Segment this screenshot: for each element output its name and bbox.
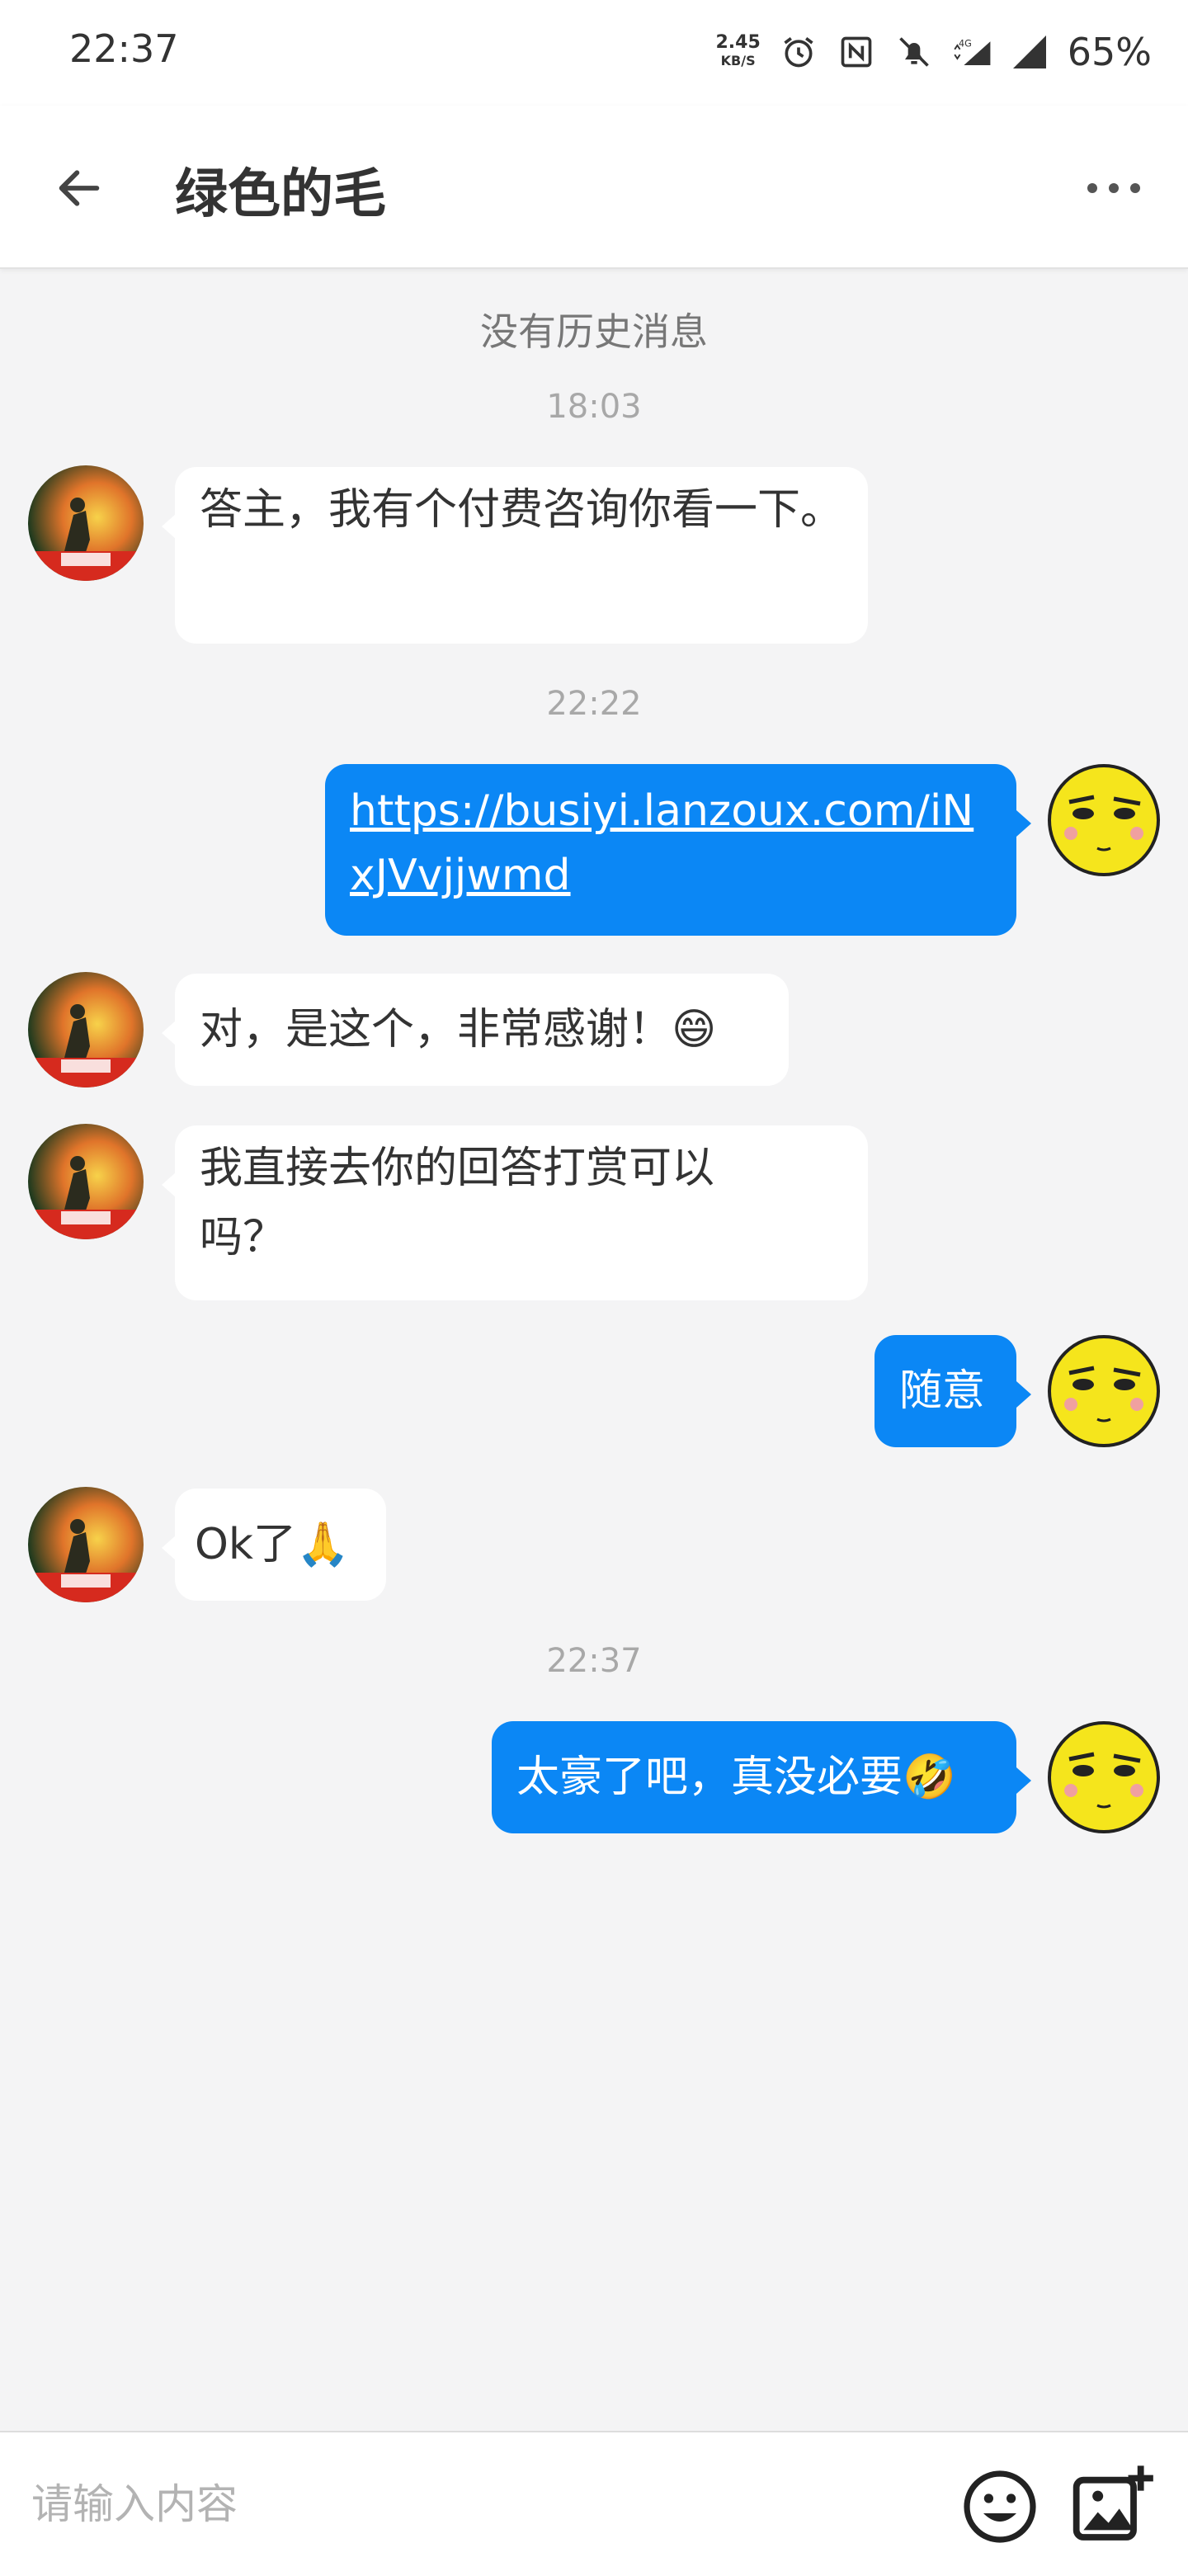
incoming-message[interactable]: 答主，我有个付费咨询你看一下。 — [162, 467, 868, 644]
contact-avatar[interactable] — [28, 1487, 144, 1602]
nfc-icon — [837, 32, 876, 72]
network-speed: 2.45 KB/S — [715, 34, 760, 70]
smiley-icon — [964, 2470, 1036, 2543]
my-avatar[interactable] — [1046, 1333, 1162, 1449]
message-timestamp: 22:22 — [546, 685, 642, 723]
chat-header: 绿色的毛 — [0, 106, 1188, 269]
mobile-data-icon: 4G — [952, 32, 992, 72]
network-type-label: 4G — [959, 39, 972, 50]
network-speed-unit: KB/S — [720, 53, 756, 68]
contact-avatar[interactable] — [28, 465, 144, 581]
my-avatar[interactable] — [1046, 762, 1162, 878]
incoming-message[interactable]: Ok了🙏 — [162, 1489, 386, 1601]
status-time: 22:37 — [69, 26, 179, 71]
message-composer — [0, 2431, 1188, 2576]
emoji-button[interactable] — [960, 2467, 1040, 2546]
contact-avatar[interactable] — [28, 1124, 144, 1239]
chat-title: 绿色的毛 — [175, 164, 386, 225]
outgoing-message[interactable]: https://busiyi.lanzoux.com/iNxJVvjjwmd — [325, 764, 1031, 936]
more-options-button[interactable] — [1072, 163, 1155, 213]
outgoing-message[interactable]: 太豪了吧，真没必要🤣 — [492, 1721, 1031, 1833]
network-speed-value: 2.45 — [715, 32, 761, 53]
more-dot — [1130, 183, 1140, 193]
message-timestamp: 18:03 — [546, 388, 642, 426]
add-image-button[interactable] — [1069, 2462, 1155, 2548]
incoming-message[interactable]: 我直接去你的回答打赏可以吗？ — [162, 1125, 868, 1300]
message-input[interactable] — [30, 2462, 924, 2546]
message-timestamp: 22:37 — [546, 1642, 642, 1680]
alarm-icon — [779, 32, 818, 72]
more-dot — [1087, 183, 1097, 193]
back-button[interactable] — [46, 155, 112, 221]
my-avatar[interactable] — [1046, 1720, 1162, 1835]
signal-icon — [1010, 32, 1049, 72]
add-image-icon — [1072, 2465, 1153, 2541]
no-history-notice: 没有历史消息 — [480, 309, 708, 354]
status-bar: 22:37 2.45 KB/S 4G 65% — [0, 0, 1188, 106]
contact-avatar[interactable] — [28, 972, 144, 1087]
outgoing-message[interactable]: 随意 — [874, 1335, 1031, 1447]
more-dot — [1109, 183, 1119, 193]
status-icons: 2.45 KB/S 4G 65% — [715, 23, 1152, 81]
bell-muted-icon — [894, 32, 934, 72]
incoming-message[interactable]: 对，是这个，非常感谢！😄 — [162, 974, 789, 1086]
battery-percent: 65% — [1067, 30, 1152, 74]
message-link[interactable]: https://busiyi.lanzoux.com/iNxJVvjjwmd — [350, 786, 974, 900]
arrow-left-icon — [59, 170, 100, 206]
